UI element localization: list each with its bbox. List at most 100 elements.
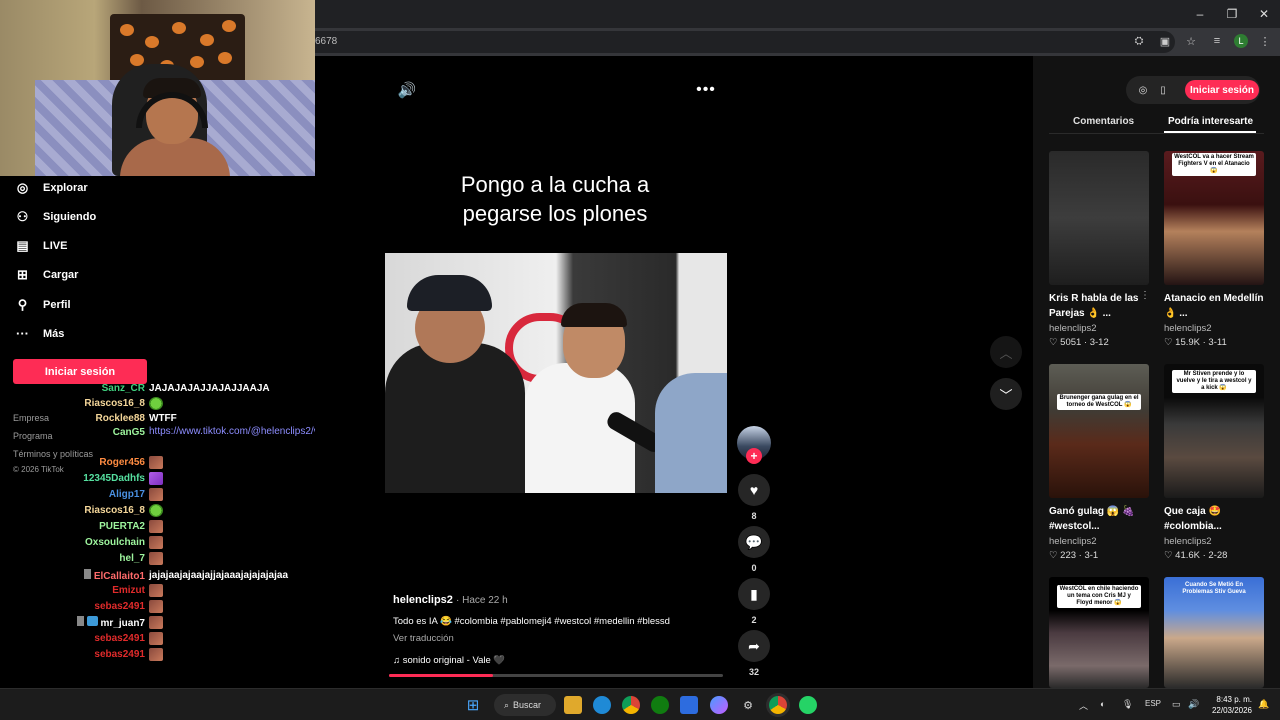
video-card-thumbnail[interactable] <box>1049 151 1149 285</box>
chat-text: WTFF <box>149 412 177 424</box>
maximize-button[interactable]: ❐ <box>1216 0 1248 28</box>
copilot-icon[interactable] <box>710 696 728 714</box>
chat-message: Roger456 <box>0 454 163 470</box>
microphone-icon[interactable]: 🎙 <box>1122 699 1133 710</box>
speaker-icon[interactable]: 🔊 <box>1188 699 1199 710</box>
video-card-user[interactable]: helenclips2 <box>1049 323 1097 334</box>
media-icon[interactable]: ≡ <box>1208 32 1226 50</box>
tray-app-icon[interactable]: ◐ <box>1100 699 1105 709</box>
video-card-user[interactable]: helenclips2 <box>1164 323 1212 334</box>
profile-avatar[interactable]: L <box>1234 34 1248 48</box>
tab-podria-interesarte[interactable]: Podría interesarte <box>1168 116 1253 127</box>
nav-item-mas[interactable]: ··· Más <box>14 325 64 342</box>
previous-video-button[interactable]: ︿ <box>990 336 1022 368</box>
share-button[interactable]: ➦ <box>738 630 770 662</box>
like-button[interactable]: ♥ <box>738 474 770 506</box>
chat-message: mr_juan7 <box>0 614 163 630</box>
nav-item-cargar[interactable]: ⊞ Cargar <box>14 266 78 283</box>
video-card-title[interactable]: Kris R habla de las Parejas 👌 ... <box>1049 291 1153 321</box>
language-indicator[interactable]: ESP <box>1145 699 1161 708</box>
edge-icon[interactable] <box>593 696 611 714</box>
video-progress-bar[interactable] <box>389 674 723 677</box>
taskbar-clock[interactable]: 8:43 p. m. 22/03/2026 <box>1208 694 1252 716</box>
more-icon: ··· <box>16 326 29 341</box>
video-card-title[interactable]: Que caja 🤩 #colombia... <box>1164 504 1268 534</box>
card-more-icon[interactable]: ⋮ <box>1140 290 1150 301</box>
notification-icon[interactable]: 🔔 <box>1258 699 1269 710</box>
video-card-title[interactable]: Atanacio en Medellín 👌 ... <box>1164 291 1268 321</box>
minimize-button[interactable]: – <box>1184 0 1216 28</box>
tray-chevron-icon[interactable]: ︿ <box>1079 699 1088 712</box>
chrome-icon[interactable] <box>622 696 640 714</box>
settings-gear-icon[interactable]: ⚙ <box>739 696 757 714</box>
video-card-stats: ♡ 15.9K · 3-11 <box>1164 337 1227 348</box>
author-name[interactable]: helenclips2 <box>393 594 453 606</box>
see-translation-link[interactable]: Ver traducción <box>393 633 454 644</box>
video-card-user[interactable]: helenclips2 <box>1164 536 1212 547</box>
video-card-stats: ♡ 5051 · 3-12 <box>1049 337 1109 348</box>
share-count: 32 <box>748 667 759 677</box>
bookmark-star-icon[interactable]: ☆ <box>1182 32 1200 50</box>
tab-comentarios[interactable]: Comentarios <box>1073 116 1134 127</box>
share-icon: ➦ <box>748 637 760 654</box>
network-icon[interactable]: ▭ <box>1172 699 1181 710</box>
phone-icon[interactable]: ▯ <box>1156 83 1170 97</box>
chat-username: Riascos16_8 <box>84 504 145 516</box>
nav-item-siguiendo[interactable]: ⚇ Siguiendo <box>14 208 97 225</box>
photos-icon[interactable] <box>680 696 698 714</box>
chat-message: Riascos16_8 <box>0 502 163 518</box>
translate-icon[interactable]: ⛭ <box>1130 32 1148 50</box>
chat-message: sebas2491 <box>0 630 163 646</box>
explore-tool-icon[interactable]: ◎ <box>1136 83 1150 97</box>
nav-item-explorar[interactable]: ◎ Explorar <box>14 179 88 196</box>
chat-username: PUERTA2 <box>99 520 145 532</box>
clock-date: 22/03/2026 <box>1211 706 1252 715</box>
save-button[interactable]: ▮ <box>738 578 770 610</box>
windows-start-icon[interactable]: ⊞ <box>464 696 482 714</box>
more-options-icon[interactable]: ••• <box>696 80 716 100</box>
close-window-button[interactable]: ✕ <box>1248 0 1280 28</box>
webcam-overlay <box>0 0 315 176</box>
chat-username: 12345Dadhfs <box>83 472 145 484</box>
follow-plus-icon[interactable]: + <box>746 448 762 464</box>
nav-item-perfil[interactable]: ⚲ Perfil <box>14 296 71 313</box>
taskbar-search[interactable]: ⌕ Buscar <box>494 694 556 716</box>
chat-emote-icon <box>149 551 163 565</box>
chat-username: Sanz_CR <box>101 382 145 394</box>
video-card-thumbnail[interactable]: Mr Stiven prende y lo vuelve y le tira a… <box>1164 364 1264 498</box>
thumbnail-overlay-text: Mr Stiven prende y lo vuelve y le tira a… <box>1172 370 1256 393</box>
browser-menu-icon[interactable]: ⋮ <box>1256 32 1274 50</box>
chat-message: Sanz_CR JAJAJAJAJJAJAJJAAJA <box>0 380 270 396</box>
login-button-top[interactable]: Iniciar sesión <box>1185 80 1259 100</box>
install-app-icon[interactable]: ▣ <box>1156 32 1174 50</box>
chat-message: Emizut <box>0 582 163 598</box>
video-card-title[interactable]: Ganó gulag 😱 🍇 #westcol... <box>1049 504 1153 534</box>
upload-icon: ⊞ <box>17 266 28 282</box>
video-card-thumbnail[interactable]: WestCOL va a hacer Stream Fighters V en … <box>1164 151 1264 285</box>
video-card-thumbnail[interactable]: Brunenger gana gulag en el torneo de Wes… <box>1049 364 1149 498</box>
post-time: · Hace 22 h <box>455 595 508 606</box>
whatsapp-icon[interactable] <box>799 696 817 714</box>
thumbnail-overlay-text: WestCOL en chile haciendo un tema con Cr… <box>1057 585 1141 608</box>
xbox-icon[interactable] <box>651 696 669 714</box>
comment-button[interactable]: 💬 <box>738 526 770 558</box>
video-person-right <box>655 373 727 493</box>
chrome-active-icon[interactable] <box>769 696 787 714</box>
sound-link[interactable]: ♫ sonido original - Vale 🖤 <box>393 655 505 666</box>
video-frame[interactable] <box>385 253 727 493</box>
video-card-thumbnail[interactable]: Cuando Se Metió En Problemas Stiv Gueva <box>1164 577 1264 688</box>
nav-label: Explorar <box>43 181 88 194</box>
url-input[interactable]: 6678 <box>305 31 1175 53</box>
next-video-button[interactable]: ﹀ <box>990 378 1022 410</box>
file-explorer-icon[interactable] <box>564 696 582 714</box>
volume-icon[interactable]: 🔊 <box>397 80 417 100</box>
video-card-user[interactable]: helenclips2 <box>1049 536 1097 547</box>
nav-label: Siguiendo <box>43 210 97 223</box>
nav-item-live[interactable]: ▤ LIVE <box>14 237 67 254</box>
nav-label: Más <box>43 327 65 340</box>
chat-badge-icon <box>86 615 98 626</box>
chat-emote-icon <box>149 599 163 613</box>
live-icon: ▤ <box>16 237 29 253</box>
video-person-center-hair <box>561 303 627 327</box>
video-card-thumbnail[interactable]: WestCOL en chile haciendo un tema con Cr… <box>1049 577 1149 688</box>
